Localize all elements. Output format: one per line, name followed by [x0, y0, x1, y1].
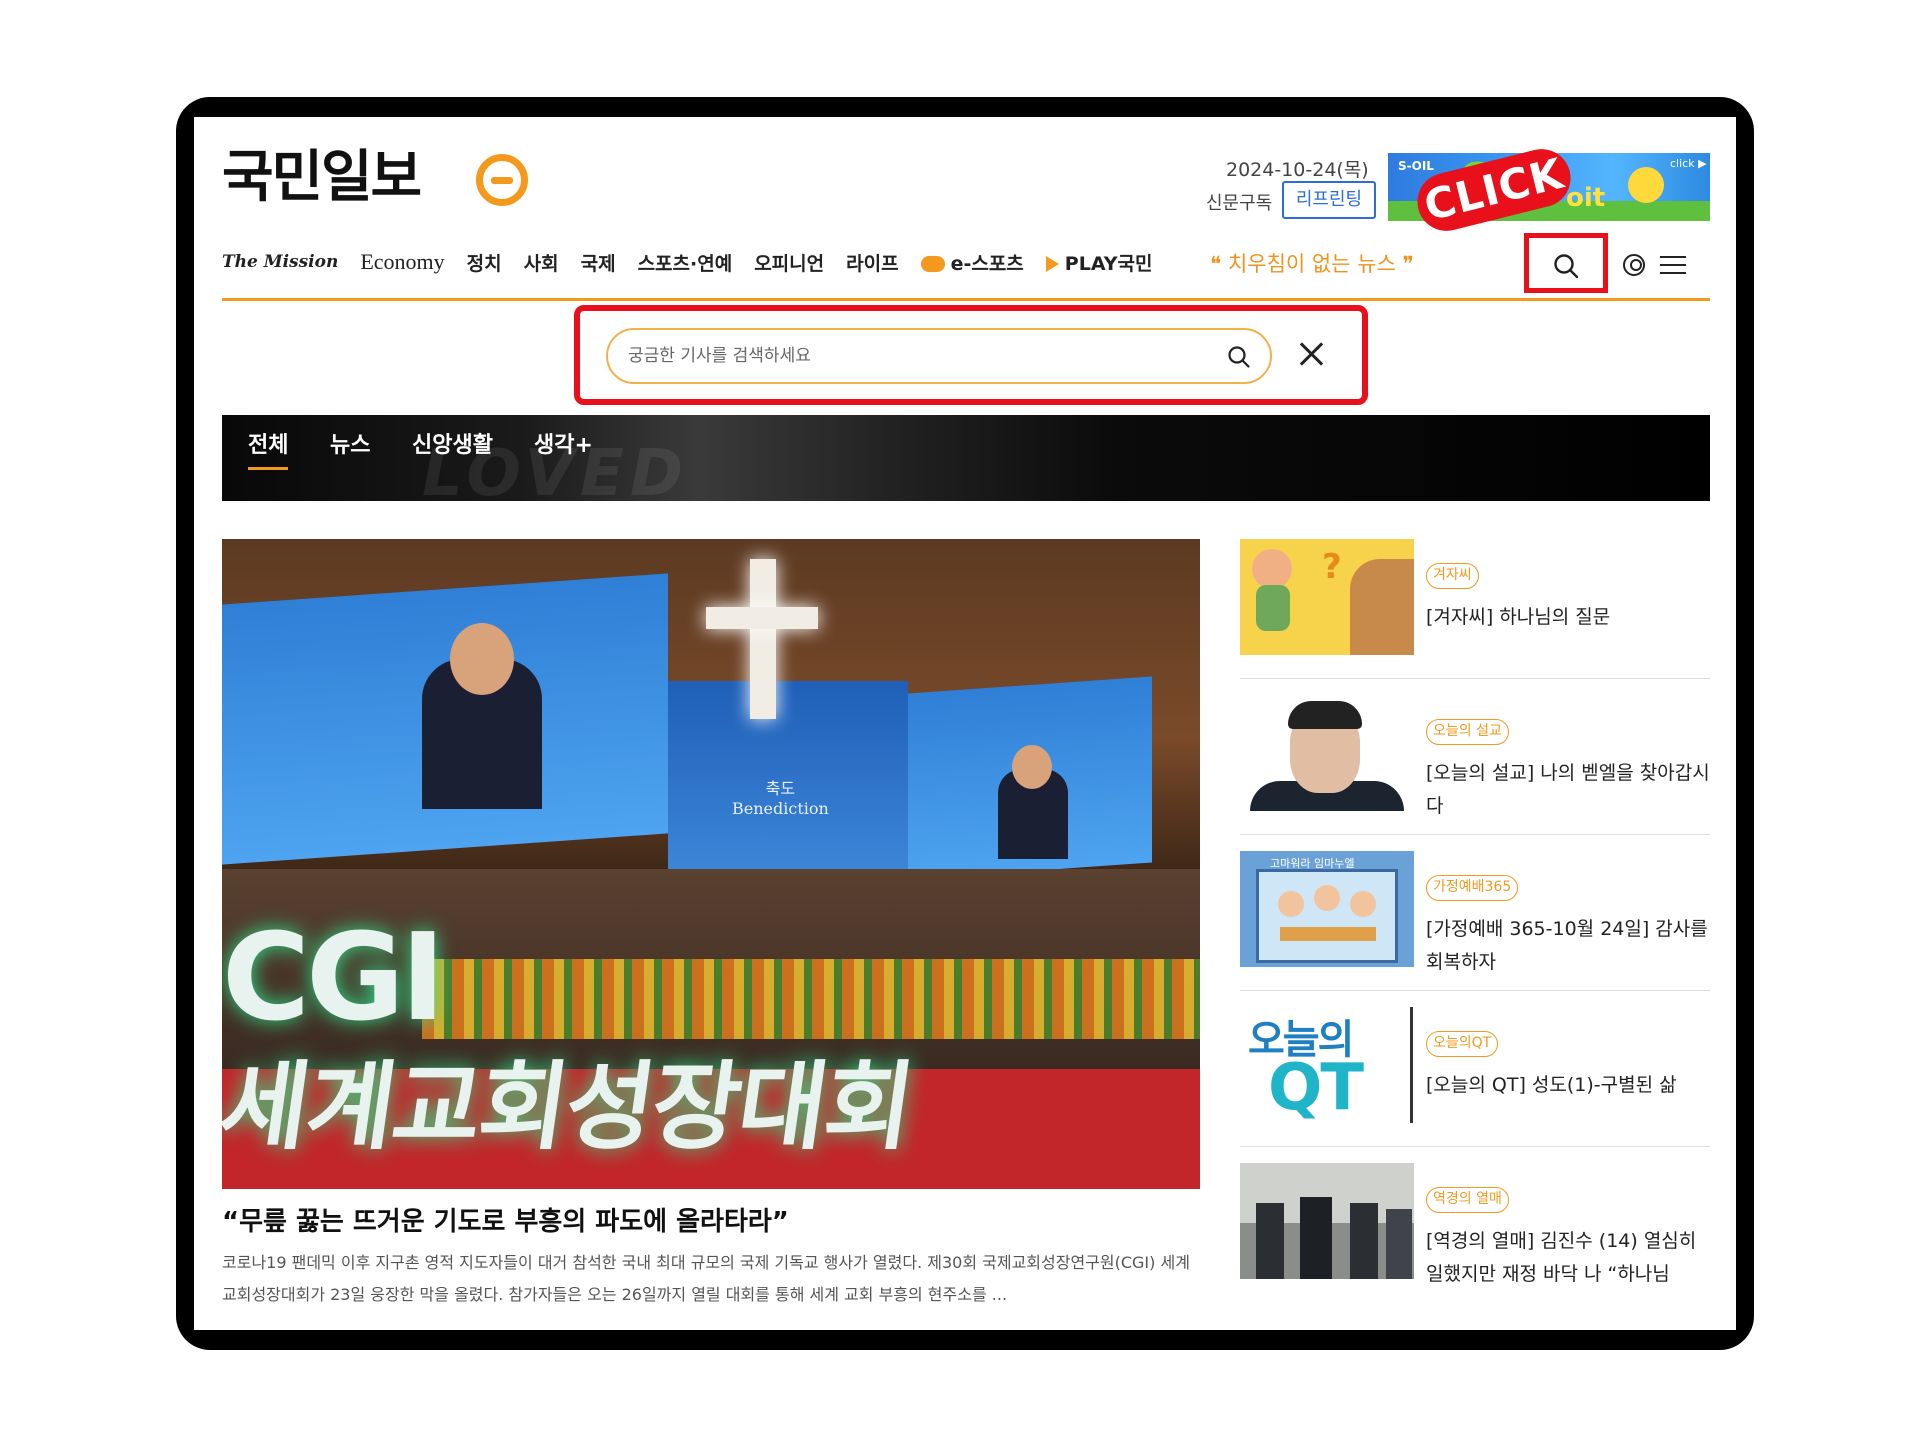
article-tag[interactable]: 겨자씨	[1426, 563, 1479, 589]
nav-item-society[interactable]: 사회	[524, 249, 559, 276]
article-title[interactable]: [오늘의 QT] 성도(1)-구별된 삶	[1426, 1069, 1710, 1102]
banner-brand: S-OIL	[1398, 159, 1434, 173]
article-title[interactable]: [겨자씨] 하나님의 질문	[1426, 601, 1710, 634]
thumb-table	[1280, 927, 1376, 941]
thumb-figure	[1252, 549, 1292, 589]
search-submit-icon[interactable]	[1226, 344, 1252, 370]
banner-sun	[1628, 167, 1664, 203]
thumb-board	[1256, 869, 1398, 963]
list-item[interactable]: 역경의 열매 [역경의 열매] 김진수 (14) 열심히 일했지만 재정 바닥 …	[1240, 1163, 1710, 1303]
cross-horizontal	[706, 607, 818, 629]
hamburger-menu-icon[interactable]	[1660, 254, 1686, 276]
event-sign: 세계교회성장대회	[222, 1051, 920, 1163]
cross-vertical	[750, 559, 776, 719]
main-article-image[interactable]: 축도 Benediction CGI 세계교회성장대회	[222, 539, 1200, 1189]
nav-item-sports[interactable]: 스포츠·연예	[638, 249, 733, 276]
menu-line	[1660, 264, 1686, 266]
thumb-figure	[1350, 891, 1376, 917]
nav-item-esports[interactable]: e-스포츠	[920, 249, 1024, 276]
article-title[interactable]: [오늘의 설교] 나의 벧엘을 찾아갑시다	[1426, 757, 1710, 823]
screen-caption-subtitle: Benediction	[732, 799, 829, 818]
thumb-figure	[1350, 1203, 1378, 1279]
nav-item-life[interactable]: 라이프	[846, 249, 898, 276]
nav-item-economy[interactable]: Economy	[360, 249, 444, 275]
nav-item-play[interactable]: PLAY국민	[1045, 249, 1153, 276]
list-item[interactable]: 오늘의 QT 오늘의QT [오늘의 QT] 성도(1)-구별된 삶	[1240, 1007, 1710, 1147]
preacher-head-small	[1012, 745, 1052, 789]
subscribe-link[interactable]: 신문구독	[1206, 189, 1272, 215]
tab-faith-life[interactable]: 신앙생활	[412, 427, 493, 459]
thumb-caption: QT	[1268, 1051, 1364, 1123]
main-headline[interactable]: “무릎 꿇는 뜨거운 기도로 부흥의 파도에 올라타라”	[222, 1201, 789, 1238]
thumb-figure	[1256, 585, 1290, 631]
question-mark-icon: ?	[1322, 547, 1342, 587]
screen-caption: 축도 Benediction	[732, 775, 829, 818]
category-bar: LOVED 전체 뉴스 신앙생활 생각+	[222, 415, 1710, 501]
thumb-figure	[1314, 885, 1340, 911]
thumb-figure	[1256, 1203, 1284, 1279]
list-item[interactable]: ? 겨자씨 [겨자씨] 하나님의 질문	[1240, 539, 1710, 679]
article-thumbnail: 오늘의 QT	[1240, 1007, 1414, 1123]
article-tag[interactable]: 가정예배365	[1426, 875, 1519, 901]
thumb-figure	[1350, 559, 1414, 655]
thumb-figure	[1278, 891, 1304, 917]
thumb-figure	[1300, 1197, 1332, 1279]
logo-mark-icon[interactable]	[476, 154, 528, 206]
main-nav: The Mission Economy 정치 사회 국제 스포츠·연예 오피니언…	[222, 245, 1174, 279]
header-date: 2024-10-24(목)	[1226, 159, 1369, 181]
article-thumbnail	[1240, 695, 1414, 811]
search-toggle-button[interactable]	[1524, 233, 1608, 293]
site-logo[interactable]: 국민일보	[222, 147, 422, 209]
nav-item-international[interactable]: 국제	[581, 249, 616, 276]
browser-viewport: 국민일보 2024-10-24(목) 신문구독 리프린팅 S-OIL G oit…	[194, 117, 1736, 1330]
nav-item-opinion[interactable]: 오피니언	[754, 249, 824, 276]
nav-divider	[222, 298, 1710, 301]
menu-line	[1660, 256, 1686, 258]
banner-tail: oit	[1566, 183, 1606, 213]
article-title[interactable]: [역경의 열매] 김진수 (14) 열심히 일했지만 재정 바닥 나 “하나님	[1426, 1225, 1710, 1291]
slogan: ❝ 치우침이 없는 뉴스 ❞	[1210, 252, 1414, 276]
article-tag[interactable]: 오늘의 설교	[1426, 719, 1509, 745]
thumb-figure	[1386, 1209, 1412, 1279]
close-icon[interactable]	[1296, 339, 1326, 369]
list-item[interactable]: 오늘의 설교 [오늘의 설교] 나의 벧엘을 찾아갑시다	[1240, 695, 1710, 835]
preacher-head	[450, 623, 514, 695]
search-input[interactable]	[628, 340, 1208, 372]
menu-line	[1660, 272, 1686, 274]
nav-item-politics[interactable]: 정치	[467, 249, 502, 276]
article-title[interactable]: [가정예배 365-10월 24일] 감사를 회복하자	[1426, 913, 1710, 979]
screen-caption-title: 축도	[765, 779, 796, 798]
banner-click: click ▶	[1670, 157, 1707, 170]
play-icon	[1045, 255, 1059, 272]
nav-item-the-mission[interactable]: The Mission	[222, 252, 338, 272]
tab-news[interactable]: 뉴스	[330, 427, 370, 459]
reprint-button[interactable]: 리프린팅	[1282, 181, 1376, 219]
article-thumbnail: ?	[1240, 539, 1414, 655]
nav-item-play-label: PLAY국민	[1064, 252, 1153, 275]
thumb-divider	[1410, 1007, 1413, 1123]
main-summary: 코로나19 팬데믹 이후 지구촌 영적 지도자들이 대거 참석한 국내 최대 규…	[222, 1253, 1190, 1304]
cgi-sign: CGI	[222, 909, 445, 1048]
tab-thoughts[interactable]: 생각+	[534, 427, 593, 459]
article-thumbnail: 고마워라 임마누엘	[1240, 851, 1414, 967]
article-tag[interactable]: 오늘의QT	[1426, 1031, 1499, 1057]
tab-all[interactable]: 전체	[248, 427, 289, 470]
search-icon	[1554, 254, 1579, 279]
thumb-figure	[1288, 701, 1362, 729]
article-thumbnail	[1240, 1163, 1414, 1279]
gamepad-icon	[920, 255, 945, 272]
search-box	[606, 328, 1272, 384]
thumb-caption: 고마워라 임마누엘	[1270, 857, 1355, 870]
flower-decoration	[422, 959, 1200, 1039]
user-icon[interactable]	[1623, 254, 1645, 276]
article-tag[interactable]: 역경의 열매	[1426, 1187, 1509, 1213]
nav-item-esports-label: e-스포츠	[950, 252, 1024, 275]
list-item[interactable]: 고마워라 임마누엘 가정예배365 [가정예배 365-10월 24일] 감사를…	[1240, 851, 1710, 991]
